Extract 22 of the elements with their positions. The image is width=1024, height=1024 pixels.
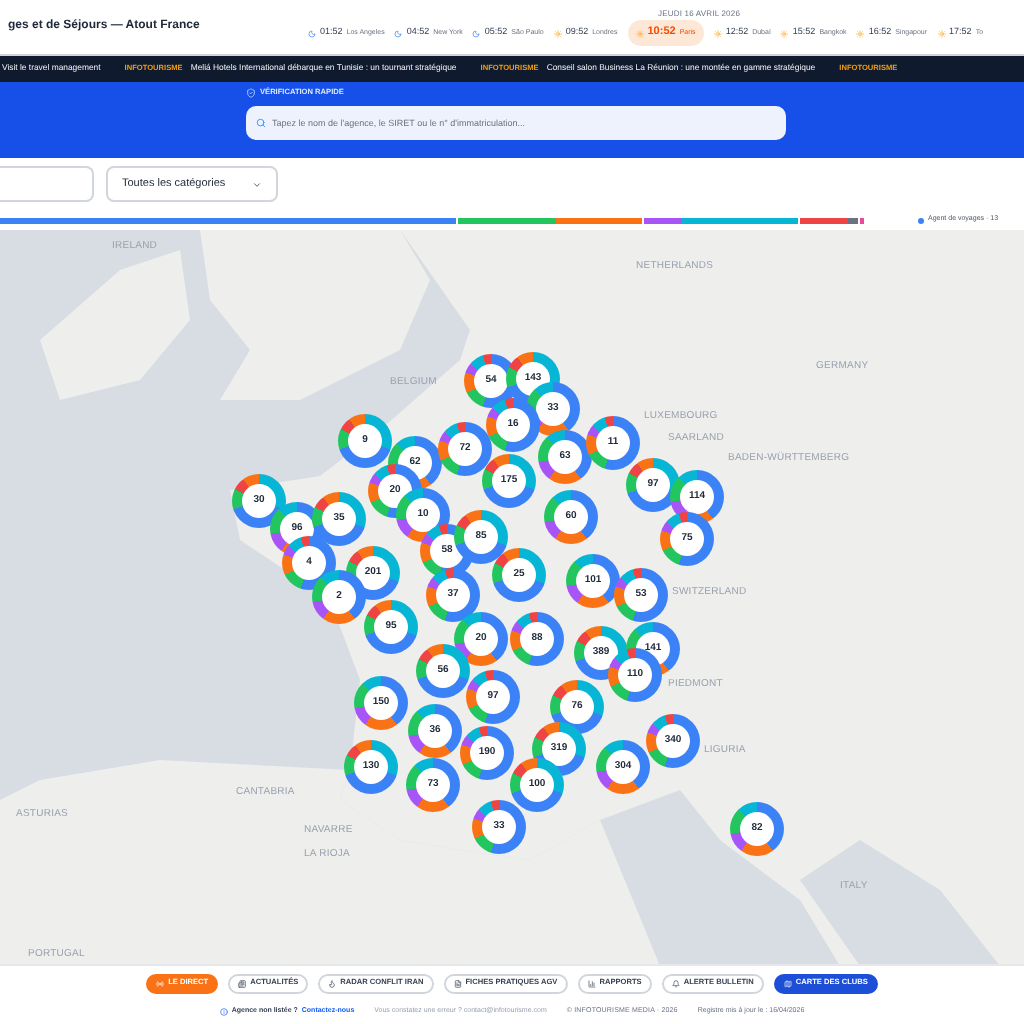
sun-icon: [553, 29, 562, 37]
shield-icon: [246, 88, 256, 99]
nav-icon: [238, 979, 247, 987]
nav-icon: [671, 979, 680, 987]
moon-icon: [472, 29, 481, 37]
nav-icon: [156, 979, 165, 987]
info-icon: [219, 1008, 228, 1016]
chevron-down-icon: [252, 179, 262, 189]
sun-icon: [635, 29, 644, 37]
nav-icon: [783, 979, 792, 987]
nav-icon: [328, 979, 337, 987]
nav-icon: [453, 979, 462, 987]
sun-icon: [937, 29, 946, 37]
text-field[interactable]: [0, 166, 94, 202]
nav-icon: [587, 979, 596, 987]
search-icon: [256, 117, 266, 128]
moon-icon: [394, 29, 403, 37]
sun-icon: [856, 29, 865, 37]
moon-icon: [308, 29, 316, 37]
sun-icon: [780, 29, 789, 37]
map-view[interactable]: [0, 230, 1024, 964]
sun-icon: [713, 29, 722, 37]
